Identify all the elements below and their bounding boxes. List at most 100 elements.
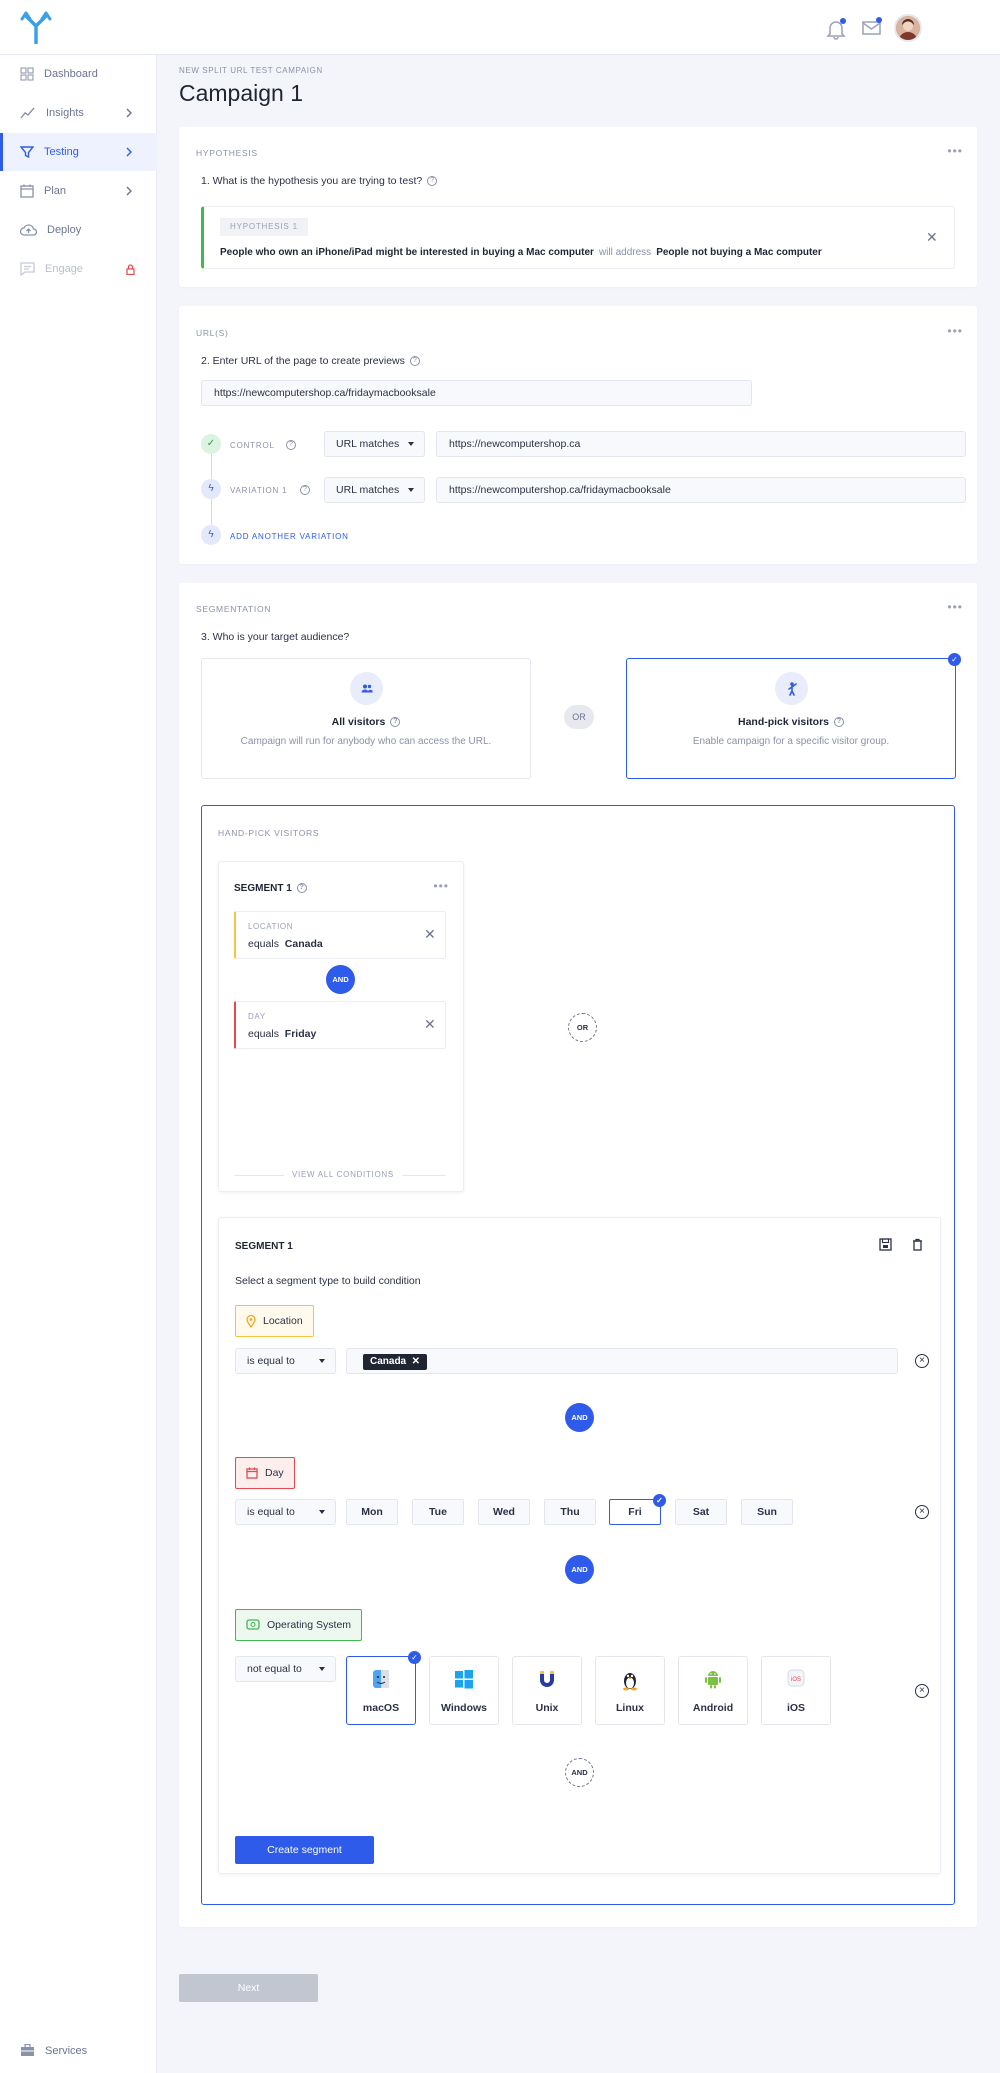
help-icon: ?: [834, 717, 845, 728]
day-thu[interactable]: Thu: [544, 1499, 596, 1525]
hypothesis-subject: People who own an iPhone/iPad might be i…: [220, 247, 594, 258]
close-icon[interactable]: ✕: [926, 229, 938, 246]
section-label: HYPOTHESIS: [196, 148, 258, 158]
sidebar-item-services[interactable]: Services: [20, 2044, 87, 2057]
os-operator-select[interactable]: not equal to: [235, 1656, 336, 1682]
help-icon: ?: [296, 883, 307, 894]
day-operator-select[interactable]: is equal to: [235, 1499, 336, 1525]
condition-day[interactable]: DAY equals Friday ✕: [234, 1001, 446, 1049]
trash-icon[interactable]: [912, 1238, 923, 1251]
close-icon[interactable]: ✕: [424, 1016, 436, 1033]
add-and-button[interactable]: AND: [565, 1758, 594, 1787]
notification-dot: [840, 18, 846, 24]
variation-label: VARIATION 1: [230, 486, 288, 495]
section-label: SEGMENTATION: [196, 604, 272, 614]
view-all-conditions-link[interactable]: VIEW ALL CONDITIONS: [284, 1170, 402, 1179]
location-values-input[interactable]: Canada ✕: [346, 1348, 898, 1374]
variation-url-input[interactable]: https://newcomputershop.ca/fridaymacbook…: [436, 477, 966, 503]
bolt-icon: ϟ: [201, 479, 221, 499]
os-linux[interactable]: Linux: [595, 1656, 665, 1725]
sidebar-item-label: Insights: [46, 107, 84, 119]
and-badge: AND: [565, 1403, 594, 1432]
day-sun[interactable]: Sun: [741, 1499, 793, 1525]
help-icon: ?: [390, 717, 401, 728]
location-type-tag[interactable]: Location: [235, 1305, 314, 1337]
more-icon[interactable]: •••: [947, 600, 963, 614]
variation-match-select[interactable]: URL matches: [324, 477, 425, 503]
ios-icon: iOS: [762, 1669, 830, 1691]
day-fri[interactable]: Fri ✓: [609, 1494, 666, 1525]
condition-value: equals Friday: [248, 1028, 317, 1040]
condition-value: equals Canada: [248, 938, 323, 950]
caret-down-icon: [408, 488, 414, 492]
chat-icon: [20, 262, 35, 276]
preview-url-input[interactable]: https://newcomputershop.ca/fridaymacbook…: [201, 380, 752, 406]
control-match-select[interactable]: URL matches: [324, 431, 425, 457]
hand-pick-option[interactable]: Hand-pick visitors? Enable campaign for …: [626, 653, 961, 779]
hypothesis-box[interactable]: HYPOTHESIS 1 People who own an iPhone/iP…: [201, 206, 955, 269]
os-name: Linux: [616, 1702, 644, 1714]
calendar-icon: [246, 1467, 258, 1479]
next-button[interactable]: Next: [179, 1974, 318, 2002]
urls-card: URL(S) ••• 2. Enter URL of the page to c…: [179, 306, 977, 564]
control-url-input[interactable]: https://newcomputershop.ca: [436, 431, 966, 457]
os-windows[interactable]: Windows: [429, 1656, 499, 1725]
more-icon[interactable]: •••: [947, 144, 963, 158]
app-logo-icon[interactable]: [20, 10, 52, 47]
caret-down-icon: [319, 1667, 325, 1671]
os-unix[interactable]: Unix: [512, 1656, 582, 1725]
os-type-tag[interactable]: Operating System: [235, 1609, 363, 1641]
sidebar-item-dashboard[interactable]: Dashboard: [0, 55, 157, 93]
os-name: Android: [692, 1702, 734, 1714]
or-pill: OR: [564, 705, 594, 729]
help-icon: ?: [300, 485, 310, 495]
sidebar-item-label: Engage: [45, 263, 83, 275]
question: 2. Enter URL of the page to create previ…: [201, 355, 420, 367]
close-icon[interactable]: ✕: [424, 926, 436, 943]
condition-label: DAY: [248, 1012, 266, 1021]
day-sat[interactable]: Sat: [675, 1499, 727, 1525]
day-wed[interactable]: Wed: [478, 1499, 530, 1525]
avatar[interactable]: [894, 14, 922, 42]
tag-label: Day: [265, 1467, 284, 1479]
top-bar: [0, 0, 1000, 55]
remove-condition-icon[interactable]: ×: [915, 1505, 929, 1519]
bell-icon[interactable]: [826, 18, 846, 43]
selected-check-icon: ✓: [653, 1494, 666, 1507]
filter-icon: [20, 146, 34, 159]
create-segment-button[interactable]: Create segment: [235, 1836, 374, 1864]
all-visitors-option[interactable]: All visitors? Campaign will run for anyb…: [201, 658, 531, 779]
sidebar-item-deploy[interactable]: Deploy: [0, 211, 157, 249]
mail-icon[interactable]: [862, 17, 882, 39]
more-icon[interactable]: •••: [947, 324, 963, 338]
services-label: Services: [45, 2044, 88, 2057]
os-name: Unix: [535, 1702, 559, 1714]
remove-condition-icon[interactable]: ×: [915, 1354, 929, 1368]
sidebar-item-testing[interactable]: Testing: [0, 133, 157, 171]
day-tue[interactable]: Tue: [412, 1499, 464, 1525]
os-macos[interactable]: macOS ✓: [346, 1651, 421, 1725]
more-icon[interactable]: •••: [433, 879, 449, 893]
sidebar-item-plan[interactable]: Plan: [0, 172, 157, 210]
breadcrumb: NEW SPLIT URL TEST CAMPAIGN: [179, 66, 323, 75]
selected-check-icon: ✓: [408, 1651, 421, 1664]
os-ios[interactable]: iOS iOS: [761, 1656, 831, 1725]
add-variation-link[interactable]: ADD ANOTHER VARIATION: [230, 532, 349, 541]
day-type-tag[interactable]: Day: [235, 1457, 295, 1489]
hand-pick-icon: [775, 672, 808, 705]
question: 3. Who is your target audience?: [201, 631, 350, 643]
location-operator-select[interactable]: is equal to: [235, 1348, 336, 1374]
sidebar-item-insights[interactable]: Insights: [0, 94, 157, 132]
save-icon[interactable]: [879, 1238, 892, 1251]
windows-icon: [430, 1669, 498, 1691]
page-title: Campaign 1: [179, 80, 304, 106]
condition-location[interactable]: LOCATION equals Canada ✕: [234, 911, 446, 959]
os-android[interactable]: Android: [678, 1656, 748, 1725]
caret-down-icon: [408, 442, 414, 446]
remove-condition-icon[interactable]: ×: [915, 1684, 929, 1698]
option-subtitle: Enable campaign for a specific visitor g…: [692, 736, 890, 747]
chevron-right-icon: [126, 147, 132, 157]
chevron-right-icon: [126, 108, 132, 118]
day-mon[interactable]: Mon: [346, 1499, 398, 1525]
caret-down-icon: [319, 1510, 325, 1514]
